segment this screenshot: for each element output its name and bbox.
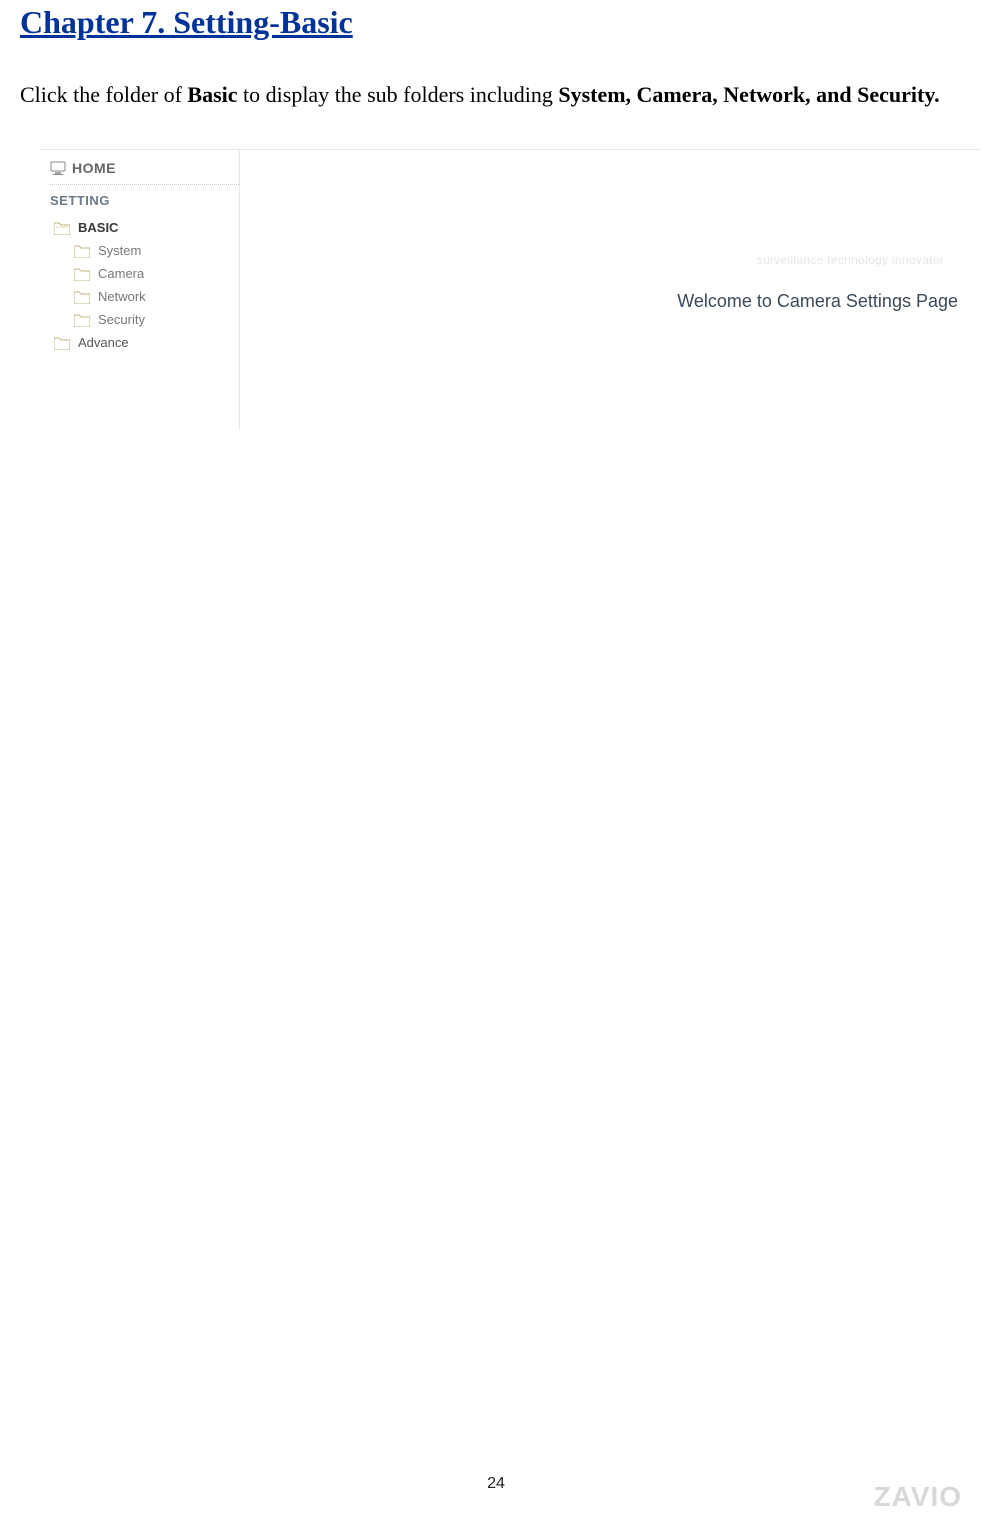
folder-icon — [54, 336, 70, 350]
nav-label: Advance — [78, 335, 129, 350]
home-label: HOME — [72, 160, 116, 176]
intro-mid: to display the sub folders including — [243, 82, 558, 107]
page-number: 24 — [0, 1475, 992, 1493]
monitor-icon — [50, 160, 66, 176]
brand-logo: ZAVIO — [874, 1481, 962, 1513]
nav-label: Camera — [98, 266, 144, 281]
nav-system[interactable]: System — [50, 239, 239, 262]
nav-label: BASIC — [78, 220, 118, 235]
nav-label: Network — [98, 289, 146, 304]
setting-header: SETTING — [50, 193, 239, 208]
intro-bold-list: System, Camera, Network, and Security. — [558, 82, 939, 107]
nav-network[interactable]: Network — [50, 285, 239, 308]
folder-icon — [74, 290, 90, 304]
folder-icon — [54, 221, 70, 235]
settings-screenshot: HOME SETTING BASIC System Camera Networ — [40, 149, 980, 429]
folder-icon — [74, 244, 90, 258]
intro-pre: Click the folder of — [20, 82, 187, 107]
folder-icon — [74, 267, 90, 281]
intro-bold-basic: Basic — [187, 82, 237, 107]
main-pane: surveillance technology innovator Welcom… — [240, 151, 980, 429]
home-link[interactable]: HOME — [50, 160, 239, 185]
nav-camera[interactable]: Camera — [50, 262, 239, 285]
nav-advance[interactable]: Advance — [50, 331, 239, 354]
faded-tagline: surveillance technology innovator — [757, 253, 944, 267]
folder-icon — [74, 313, 90, 327]
nav-security[interactable]: Security — [50, 308, 239, 331]
nav-label: Security — [98, 312, 145, 327]
nav-basic[interactable]: BASIC — [50, 216, 239, 239]
nav-label: System — [98, 243, 141, 258]
sidebar: HOME SETTING BASIC System Camera Networ — [40, 150, 240, 430]
intro-paragraph: Click the folder of Basic to display the… — [20, 71, 972, 119]
welcome-text: Welcome to Camera Settings Page — [677, 291, 958, 312]
chapter-title: Chapter 7. Setting-Basic — [20, 0, 972, 41]
